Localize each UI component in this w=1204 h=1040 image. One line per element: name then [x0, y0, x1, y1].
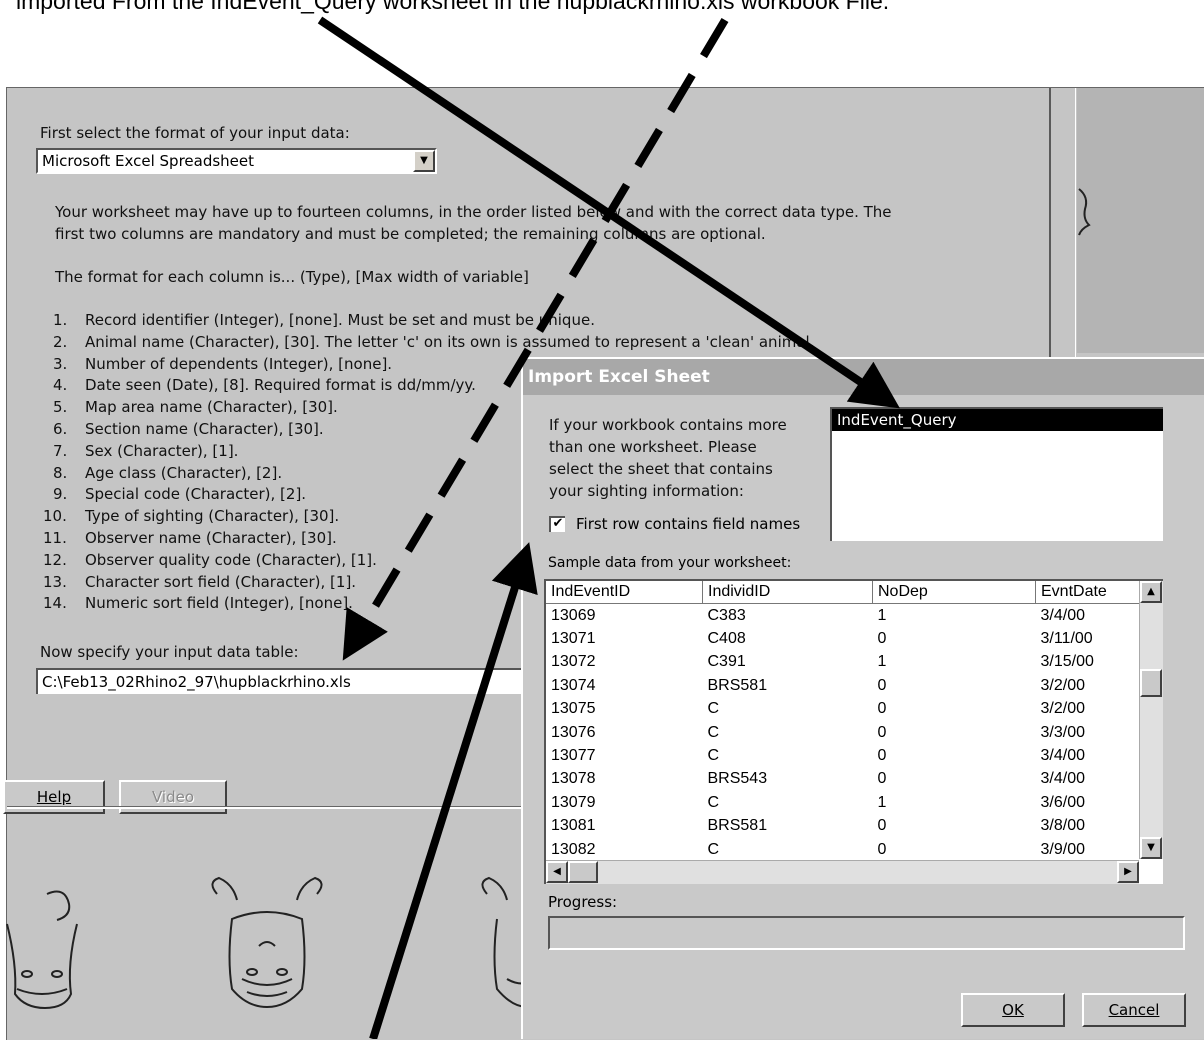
- format-description: The format for each column is... (Type),…: [55, 268, 529, 286]
- list-item: 2. Animal name (Character), [30]. The let…: [53, 332, 815, 351]
- format-select[interactable]: Microsoft Excel Spreadsheet ▼: [36, 148, 437, 174]
- rhino-head-icon: [6, 890, 78, 1010]
- figure-caption: imported From the IndEvent_Query workshe…: [16, 0, 890, 14]
- progress-bar: [548, 916, 1185, 950]
- intro-line-2: first two columns are mandatory and must…: [55, 225, 766, 243]
- intro-text: Your worksheet may have up to fourteen c…: [55, 201, 1005, 245]
- table-row: 13075 C 0 3/2/00: [551, 700, 1085, 718]
- scroll-left-icon[interactable]: ◀: [546, 861, 568, 883]
- column-header: NoDep: [872, 581, 1036, 604]
- intro-line-1: Your worksheet may have up to fourteen c…: [55, 203, 892, 221]
- vertical-scrollbar[interactable]: ▲ ▼: [1139, 581, 1163, 859]
- sample-table: IndEventID IndividID NoDep EvntDate 1306…: [546, 581, 1157, 861]
- chevron-down-icon[interactable]: ▼: [413, 150, 435, 172]
- rhino-head-icon: [211, 876, 323, 1009]
- table-header: IndEventID IndividID NoDep EvntDate: [546, 581, 1157, 604]
- worksheet-item[interactable]: IndEvent_Query: [832, 409, 1163, 431]
- table-row: 13079 C 1 3/6/00: [551, 793, 1085, 811]
- column-header: IndEventID: [546, 581, 703, 604]
- table-row: 13082 C 0 3/9/00: [551, 840, 1085, 858]
- format-select-value: Microsoft Excel Spreadsheet: [42, 152, 255, 170]
- column-header: IndividID: [702, 581, 873, 604]
- table-row: 13076 C 0 3/3/00: [551, 723, 1085, 741]
- first-row-label: First row contains field names: [576, 515, 801, 533]
- table-row: 13077 C 0 3/4/00: [551, 747, 1085, 765]
- scroll-thumb[interactable]: [1140, 669, 1162, 697]
- progress-label: Progress:: [548, 893, 618, 911]
- scroll-down-icon[interactable]: ▼: [1140, 837, 1162, 859]
- dialog-title: Import Excel Sheet: [523, 359, 1204, 395]
- list-item: 1. Record identifier (Integer), [none]. M…: [53, 311, 595, 329]
- horizontal-scrollbar[interactable]: ◀ ▶: [546, 860, 1139, 884]
- right-pane: [1077, 88, 1204, 353]
- dialog-instructions: If your workbook contains more than one …: [549, 416, 787, 500]
- input-table-label: Now specify your input data table:: [40, 643, 299, 661]
- import-excel-dialog: Import Excel Sheet If your workbook cont…: [521, 357, 1204, 1039]
- sample-data-label: Sample data from your worksheet:: [548, 555, 792, 571]
- table-row: 13081 BRS581 0 3/8/00: [551, 817, 1085, 835]
- scroll-right-icon[interactable]: ▶: [1117, 861, 1139, 883]
- worksheet-list[interactable]: IndEvent_Query: [830, 407, 1163, 541]
- table-row: 13074 BRS581 0 3/2/00: [551, 676, 1085, 694]
- rhino-head-icon: [481, 876, 527, 1008]
- sample-data-grid[interactable]: IndEventID IndividID NoDep EvntDate 1306…: [544, 579, 1163, 884]
- cancel-button[interactable]: Cancel: [1082, 993, 1186, 1027]
- format-label: First select the format of your input da…: [40, 124, 350, 142]
- scroll-thumb[interactable]: [568, 861, 598, 883]
- scroll-up-icon[interactable]: ▲: [1140, 581, 1162, 603]
- table-row: 13072 C391 1 3/15/00: [551, 653, 1094, 671]
- table-row: 13069 C383 1 3/4/00: [551, 606, 1085, 624]
- rhino-outline-icon: [1078, 188, 1091, 236]
- input-table-field[interactable]: C:\Feb13_02Rhino2_97\hupblackrhino.xls: [36, 668, 536, 694]
- pane-divider: [1049, 88, 1051, 358]
- table-row: 13071 C408 0 3/11/00: [551, 630, 1093, 648]
- first-row-checkbox[interactable]: ✔: [549, 516, 565, 532]
- rhino-banner: [6, 826, 527, 1040]
- table-row: 13078 BRS543 0 3/4/00: [551, 770, 1085, 788]
- ok-button[interactable]: OK: [961, 993, 1065, 1027]
